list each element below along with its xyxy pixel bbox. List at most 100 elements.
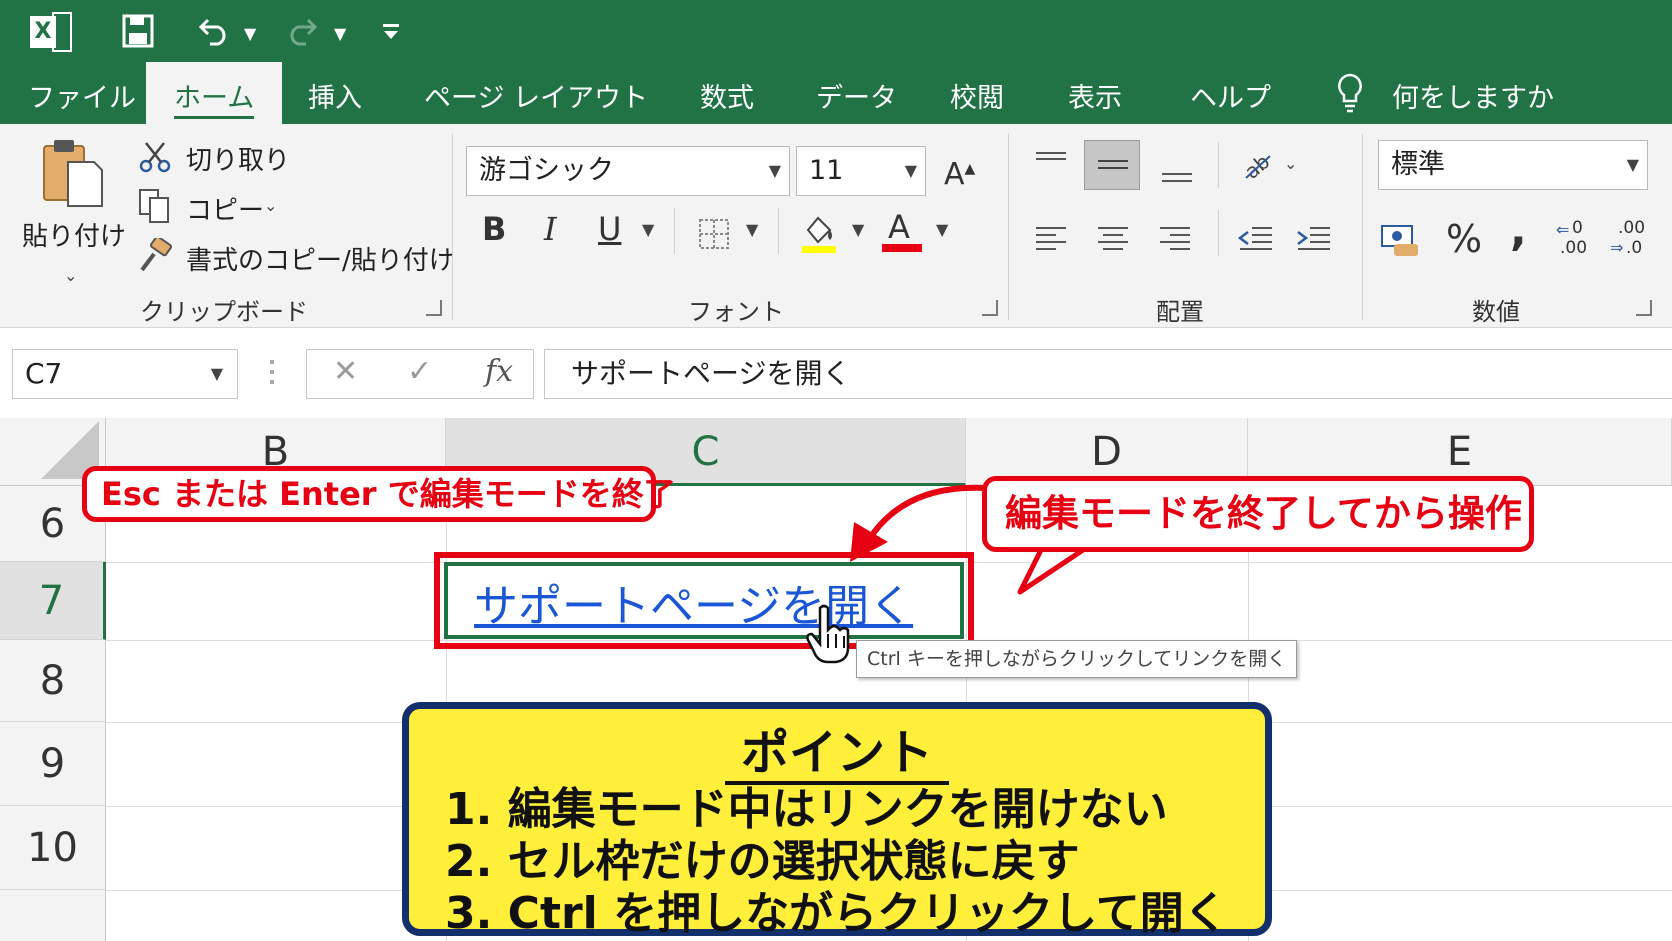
fill-color-dropdown-icon[interactable]: ▼ <box>852 220 864 239</box>
point-summary-box: ポイント 1. 編集モード中はリンクを開けない 2. セル枠だけの選択状態に戻す… <box>402 702 1272 939</box>
middle-align-button[interactable] <box>1084 140 1140 190</box>
tab-page-layout[interactable]: ページ レイアウト <box>424 76 648 115</box>
decrease-decimal-button[interactable]: .00 ⇒ .0 <box>1610 218 1650 262</box>
orientation-icon[interactable]: ab <box>1240 148 1274 182</box>
formula-bar: C7 ▼ ✕ ✓ fx サポートページを開く <box>0 328 1672 418</box>
formula-buttons: ✕ ✓ fx <box>306 349 534 399</box>
title-bar: X ▼ ▼ <box>0 0 1672 62</box>
number-group-label: 数値 <box>1472 298 1520 326</box>
svg-text:ab: ab <box>1240 149 1274 182</box>
insert-function-icon[interactable]: fx <box>485 354 513 389</box>
font-color-letter: A <box>888 208 910 246</box>
font-name-value: 游ゴシック <box>479 155 614 186</box>
row-header-10[interactable]: 10 <box>0 806 106 890</box>
paste-dropdown-icon[interactable]: ⌄ <box>64 266 77 285</box>
chevron-down-icon: ▼ <box>904 161 917 180</box>
copy-icon[interactable] <box>138 188 172 224</box>
percent-style-button[interactable]: % <box>1446 220 1482 258</box>
orientation-dropdown-icon[interactable]: ⌄ <box>1284 154 1297 173</box>
clipboard-group-label: クリップボード <box>140 298 308 326</box>
align-left-icon[interactable] <box>1034 224 1068 254</box>
underline-dropdown-icon[interactable]: ▼ <box>642 220 654 239</box>
format-painter-button[interactable]: 書式のコピー/貼り付け <box>186 240 455 277</box>
comma-style-button[interactable]: , <box>1510 209 1527 253</box>
tab-insert[interactable]: 挿入 <box>308 76 362 115</box>
clipboard-launcher-icon[interactable] <box>426 300 442 316</box>
tab-home[interactable]: ホーム <box>146 62 283 124</box>
ribbon-tabs: ファイル ホーム 挿入 ページ レイアウト 数式 データ 校閲 表示 ヘルプ 何… <box>0 62 1672 124</box>
scissors-icon[interactable] <box>138 140 172 174</box>
increase-font-size-icon[interactable]: A▲ <box>944 154 975 190</box>
paste-button[interactable]: 貼り付け <box>22 216 126 253</box>
customize-toolbar-icon[interactable] <box>382 22 400 42</box>
formula-input[interactable]: サポートページを開く <box>544 349 1672 399</box>
chevron-down-icon: ▼ <box>768 161 781 180</box>
tab-formulas[interactable]: 数式 <box>700 76 754 115</box>
hyperlink-tooltip: Ctrl キーを押しながらクリックしてリンクを開く <box>856 640 1298 678</box>
row-header-8[interactable]: 8 <box>0 640 106 722</box>
paste-icon[interactable] <box>40 138 106 208</box>
copy-dropdown-icon[interactable]: ⌄ <box>264 196 277 215</box>
number-format-dropdown[interactable]: 標準 ▼ <box>1378 140 1648 190</box>
undo-dropdown-icon[interactable]: ▼ <box>244 24 256 43</box>
number-format-value: 標準 <box>1391 149 1445 180</box>
row-header-7[interactable]: 7 <box>0 562 106 640</box>
bold-button[interactable]: B <box>482 213 506 245</box>
lightbulb-icon[interactable] <box>1336 72 1364 114</box>
row-header-9[interactable]: 9 <box>0 722 106 806</box>
font-color-icon[interactable]: A <box>882 208 922 254</box>
fill-color-icon[interactable] <box>800 212 836 254</box>
bottom-align-icon[interactable] <box>1160 164 1194 186</box>
tab-help[interactable]: ヘルプ <box>1190 76 1271 115</box>
hand-cursor-icon <box>806 604 850 664</box>
borders-dropdown-icon[interactable]: ▼ <box>746 220 758 239</box>
middle-align-icon <box>1098 160 1128 169</box>
align-center-icon[interactable] <box>1096 224 1130 254</box>
tab-review[interactable]: 校閲 <box>950 76 1004 115</box>
decrease-indent-icon[interactable] <box>1238 224 1274 254</box>
callout-exit-edit-mode: Esc または Enter で編集モードを終了 <box>82 466 676 522</box>
increase-decimal-button[interactable]: ⇐ 0 .00 <box>1556 218 1596 262</box>
cut-button[interactable]: 切り取り <box>186 140 290 177</box>
tell-me-search[interactable]: 何をしますか <box>1392 76 1554 115</box>
increase-decimal-label: .00 <box>1560 238 1588 258</box>
name-box[interactable]: C7 ▼ <box>12 349 238 399</box>
row-header-11[interactable] <box>0 890 106 941</box>
currency-format-icon[interactable] <box>1380 222 1420 258</box>
borders-icon[interactable] <box>698 218 730 250</box>
italic-button[interactable]: I <box>544 213 557 245</box>
decrease-decimal-label: .0 <box>1626 238 1643 258</box>
ribbon-home: 貼り付け ⌄ 切り取り コピー ⌄ 書式のコピー/貼り付け クリップボード 游ゴ… <box>0 124 1672 328</box>
tab-file[interactable]: ファイル <box>28 76 136 115</box>
font-group-label: フォント <box>688 298 784 326</box>
underline-button[interactable]: U <box>598 213 621 245</box>
redo-icon <box>290 18 318 46</box>
redo-dropdown-icon[interactable]: ▼ <box>334 24 346 43</box>
top-align-icon[interactable] <box>1034 150 1068 172</box>
tab-data[interactable]: データ <box>816 76 897 115</box>
font-size-value: 11 <box>809 155 844 186</box>
font-size-dropdown[interactable]: 11 ▼ <box>796 146 926 196</box>
formula-bar-grip-icon[interactable] <box>270 360 274 388</box>
point-line-3: 3. Ctrl を押しながらクリックして開く <box>445 888 1228 939</box>
font-color-dropdown-icon[interactable]: ▼ <box>936 220 948 239</box>
undo-icon[interactable] <box>198 16 232 46</box>
alignment-group-label: 配置 <box>1156 298 1204 326</box>
enter-icon[interactable]: ✓ <box>407 354 432 389</box>
number-launcher-icon[interactable] <box>1636 300 1652 316</box>
cancel-icon[interactable]: ✕ <box>333 354 358 389</box>
font-launcher-icon[interactable] <box>982 300 998 316</box>
align-right-icon[interactable] <box>1158 224 1192 254</box>
tab-view[interactable]: 表示 <box>1068 76 1122 115</box>
excel-logo-icon: X <box>30 12 72 52</box>
increase-indent-icon[interactable] <box>1296 224 1332 254</box>
save-icon[interactable] <box>122 14 154 48</box>
font-name-dropdown[interactable]: 游ゴシック ▼ <box>466 146 790 196</box>
grow-font-letter: A <box>944 157 965 192</box>
chevron-down-icon: ▼ <box>1626 155 1639 174</box>
copy-button[interactable]: コピー <box>186 190 264 227</box>
callout-operate-after-exit: 編集モードを終了してから操作 <box>982 476 1534 552</box>
format-painter-icon[interactable] <box>138 238 174 272</box>
curved-arrow <box>850 484 987 562</box>
chevron-down-icon: ▼ <box>210 364 223 383</box>
